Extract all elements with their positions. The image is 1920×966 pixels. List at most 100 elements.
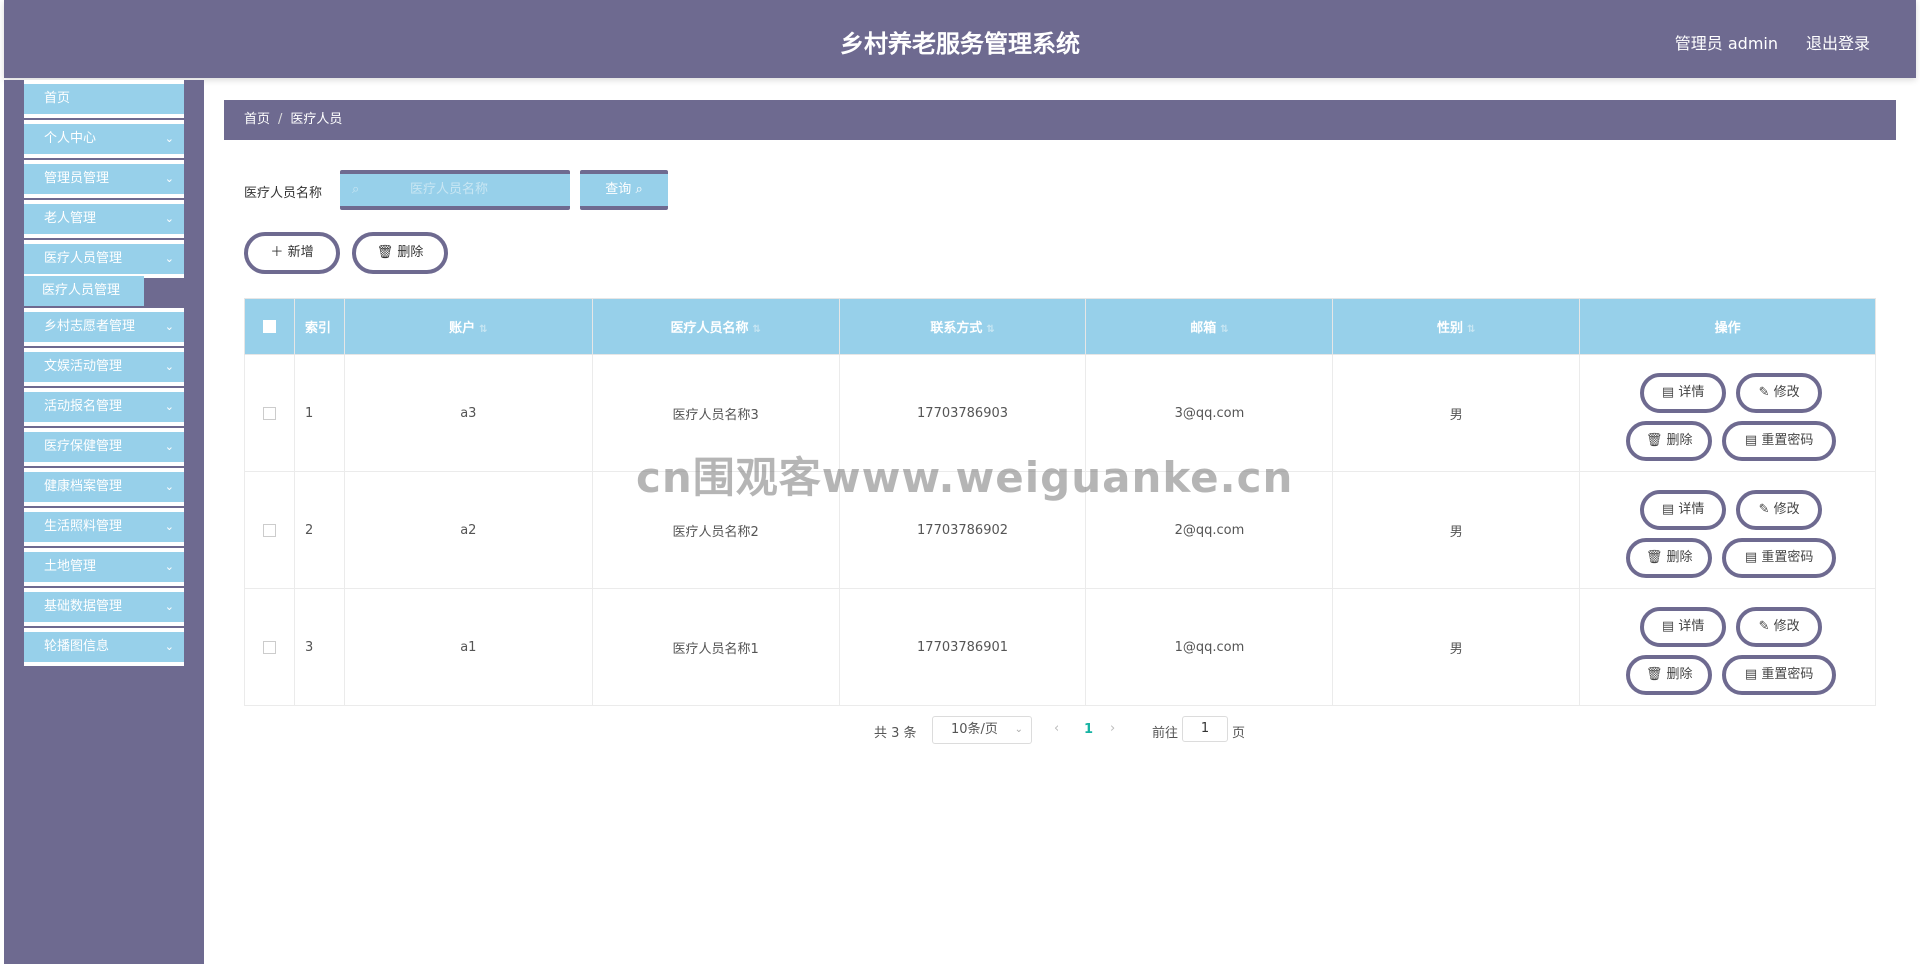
- app-title: 乡村养老服务管理系统: [840, 30, 1080, 58]
- row-actions: ▤ 详情 ✎ 修改 🗑 删除 ▤ 重置密码: [1580, 363, 1875, 463]
- sidebar-item-admin-management[interactable]: 管理员管理 ⌄: [24, 160, 184, 198]
- cell-actions: ▤ 详情 ✎ 修改 🗑 删除 ▤ 重置密码: [1579, 471, 1876, 589]
- sort-icon[interactable]: ⇅: [1220, 324, 1228, 335]
- search-label: 医疗人员名称: [244, 186, 323, 201]
- sort-icon[interactable]: ⇅: [1467, 324, 1475, 335]
- reset-password-button[interactable]: ▤ 重置密码: [1722, 655, 1837, 695]
- page-size-value: 10条/页: [951, 722, 998, 737]
- add-button[interactable]: ＋ 新增: [244, 232, 340, 274]
- chevron-down-icon: ⌄: [164, 172, 174, 185]
- page-size-select[interactable]: 10条/页 ⌄: [932, 716, 1032, 744]
- next-page-icon[interactable]: ›: [1110, 721, 1115, 736]
- sort-icon[interactable]: ⇅: [752, 324, 760, 335]
- sidebar-item-label: 基础数据管理: [44, 599, 123, 614]
- sidebar-item-home[interactable]: 首页: [24, 80, 184, 118]
- sidebar-item-health-records-management[interactable]: 健康档案管理 ⌄: [24, 468, 184, 506]
- column-header-gender[interactable]: 性别 ⇅: [1332, 298, 1581, 355]
- breadcrumb: 首页 / 医疗人员: [224, 100, 1896, 140]
- current-user: 管理员 admin: [1674, 34, 1778, 53]
- goto-label: 前往: [1152, 726, 1179, 741]
- column-header-account[interactable]: 账户 ⇅: [343, 298, 593, 355]
- sidebar-item-daily-care-management[interactable]: 生活照料管理 ⌄: [24, 508, 184, 546]
- detail-button[interactable]: ▤ 详情: [1640, 490, 1727, 530]
- pencil-icon: ✎: [1758, 502, 1770, 517]
- select-all-checkbox[interactable]: [262, 320, 276, 333]
- document-icon: ▤: [1661, 619, 1675, 634]
- reset-password-button[interactable]: ▤ 重置密码: [1722, 538, 1837, 578]
- cell-actions: ▤ 详情 ✎ 修改 🗑 删除 ▤ 重置密码: [1579, 354, 1876, 472]
- trash-icon: 🗑: [1645, 667, 1663, 682]
- goto-page-input[interactable]: 1: [1182, 716, 1228, 742]
- sidebar-item-recreation-management[interactable]: 文娱活动管理 ⌄: [24, 348, 184, 386]
- edit-button[interactable]: ✎ 修改: [1736, 373, 1823, 413]
- main-content: 首页 / 医疗人员 医疗人员名称 ⌕ 医疗人员名称 查询 ⌕ ＋ 新增 🗑 删除 索…: [204, 80, 1916, 964]
- column-header-actions: 操作: [1579, 298, 1876, 355]
- add-button-label: 新增: [287, 245, 314, 260]
- sidebar-item-label: 医疗保健管理: [44, 439, 123, 454]
- cell-actions: ▤ 详情 ✎ 修改 🗑 删除 ▤ 重置密码: [1579, 588, 1876, 706]
- row-checkbox[interactable]: [262, 523, 276, 537]
- edit-label: 修改: [1773, 619, 1800, 634]
- breadcrumb-home[interactable]: 首页: [244, 112, 270, 127]
- cell-name: 医疗人员名称1: [591, 588, 840, 706]
- row-delete-label: 删除: [1666, 550, 1693, 565]
- prev-page-icon[interactable]: ‹: [1054, 721, 1059, 736]
- edit-button[interactable]: ✎ 修改: [1736, 607, 1823, 647]
- row-actions: ▤ 详情 ✎ 修改 🗑 删除 ▤ 重置密码: [1580, 597, 1875, 697]
- sidebar-item-elderly-management[interactable]: 老人管理 ⌄: [24, 200, 184, 238]
- column-header-index: 索引: [293, 298, 345, 355]
- chevron-down-icon: ⌄: [164, 600, 174, 613]
- sidebar-item-medical-staff-management[interactable]: 医疗人员管理 ⌄: [24, 240, 184, 278]
- detail-label: 详情: [1678, 502, 1705, 517]
- row-delete-button[interactable]: 🗑 删除: [1626, 421, 1713, 461]
- row-delete-button[interactable]: 🗑 删除: [1626, 538, 1713, 578]
- pagination: 共 3 条 10条/页 ⌄ ‹ 1 › 前往 1 页: [204, 716, 1916, 746]
- edit-label: 修改: [1773, 385, 1800, 400]
- sort-icon[interactable]: ⇅: [986, 324, 994, 335]
- chevron-down-icon: ⌄: [164, 132, 174, 145]
- reset-password-button[interactable]: ▤ 重置密码: [1722, 421, 1837, 461]
- chevron-down-icon: ⌄: [164, 640, 174, 653]
- search-placeholder: 医疗人员名称: [410, 182, 489, 197]
- page-suffix-label: 页: [1232, 726, 1246, 741]
- chevron-down-icon: ⌄: [164, 480, 174, 493]
- table-header-row: 索引 账户 ⇅ 医疗人员名称 ⇅ 联系方式 ⇅ 邮箱 ⇅ 性别 ⇅ 操作: [244, 298, 1876, 355]
- page-number-current[interactable]: 1: [1084, 722, 1093, 737]
- sidebar-item-volunteer-management[interactable]: 乡村志愿者管理 ⌄: [24, 308, 184, 346]
- edit-button[interactable]: ✎ 修改: [1736, 490, 1823, 530]
- sort-icon[interactable]: ⇅: [479, 324, 487, 335]
- column-header-email[interactable]: 邮箱 ⇅: [1085, 298, 1334, 355]
- sidebar-item-carousel-info[interactable]: 轮播图信息 ⌄: [24, 628, 184, 666]
- sidebar-item-personal-center[interactable]: 个人中心 ⌄: [24, 120, 184, 158]
- search-input[interactable]: ⌕ 医疗人员名称: [340, 170, 570, 210]
- logout-link[interactable]: 退出登录: [1806, 30, 1870, 54]
- chevron-down-icon: ⌄: [164, 400, 174, 413]
- detail-button[interactable]: ▤ 详情: [1640, 607, 1727, 647]
- sidebar-item-land-management[interactable]: 土地管理 ⌄: [24, 548, 184, 586]
- top-header: 乡村养老服务管理系统 管理员 admin 退出登录: [4, 0, 1916, 78]
- column-header-label: 邮箱: [1190, 321, 1217, 336]
- cell-gender: 男: [1332, 588, 1581, 706]
- sidebar-item-healthcare-management[interactable]: 医疗保健管理 ⌄: [24, 428, 184, 466]
- cell-index: 3: [293, 588, 345, 706]
- column-header-label: 性别: [1437, 321, 1464, 336]
- trash-icon: 🗑: [1645, 433, 1663, 448]
- row-checkbox[interactable]: [262, 406, 276, 420]
- cell-index: 2: [293, 471, 345, 589]
- detail-label: 详情: [1678, 385, 1705, 400]
- detail-button[interactable]: ▤ 详情: [1640, 373, 1727, 413]
- sidebar-item-activity-signup-management[interactable]: 活动报名管理 ⌄: [24, 388, 184, 426]
- cell-gender: 男: [1332, 471, 1581, 589]
- query-button[interactable]: 查询 ⌕: [580, 170, 668, 210]
- column-header-name[interactable]: 医疗人员名称 ⇅: [591, 298, 840, 355]
- sidebar-item-base-data-management[interactable]: 基础数据管理 ⌄: [24, 588, 184, 626]
- submenu-item-medical-staff[interactable]: 医疗人员管理: [24, 276, 144, 306]
- row-delete-button[interactable]: 🗑 删除: [1626, 655, 1713, 695]
- column-header-phone[interactable]: 联系方式 ⇅: [838, 298, 1087, 355]
- trash-icon: 🗑: [1645, 550, 1663, 565]
- chevron-down-icon: ⌄: [164, 440, 174, 453]
- row-checkbox[interactable]: [262, 640, 276, 654]
- query-button-label: 查询: [605, 182, 632, 197]
- sidebar-item-label: 乡村志愿者管理: [44, 319, 136, 334]
- batch-delete-button[interactable]: 🗑 删除: [352, 232, 448, 274]
